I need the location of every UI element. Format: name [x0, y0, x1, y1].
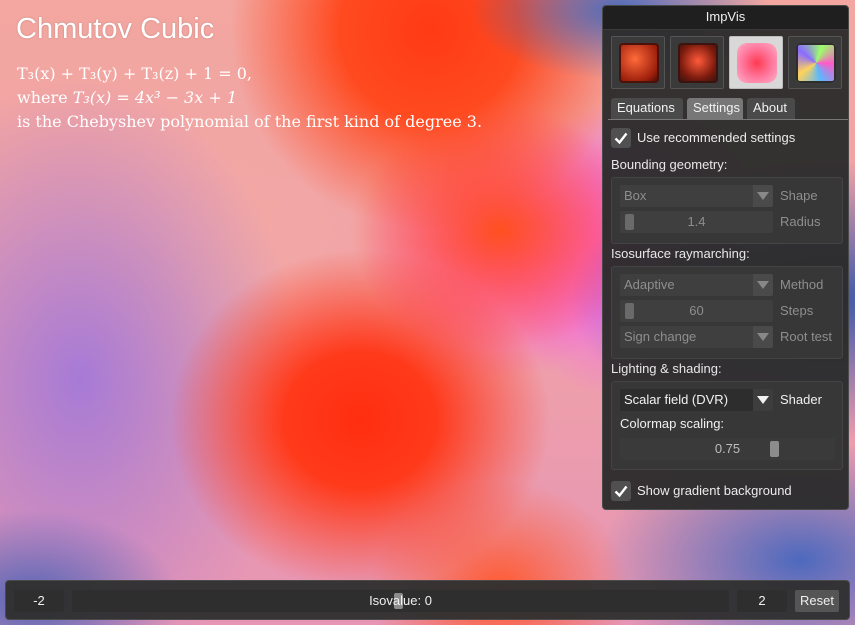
chebyshev-definition: T₃(x) = 4x³ − 3x + 1: [72, 88, 238, 107]
surface-formula: T₃(x) + T₃(y) + T₃(z) + 1 = 0, where T₃(…: [17, 62, 482, 134]
steps-value: 60: [689, 303, 704, 318]
isovalue-bar: -2 Isovalue: 0 2 Reset: [5, 580, 850, 620]
equation-line-2: where T₃(x) = 4x³ − 3x + 1: [17, 86, 482, 110]
radius-value: 1.4: [687, 214, 706, 229]
colormap-scaling-label: Colormap scaling:: [620, 416, 725, 431]
root-test-label: Root test: [780, 329, 833, 344]
isovalue-slider[interactable]: Isovalue: 0: [72, 590, 729, 612]
equation-where: where: [17, 88, 68, 107]
colormap-scaling-value: 0.75: [714, 441, 741, 456]
raymarching-heading: Isosurface raymarching:: [611, 246, 750, 261]
impvis-panel: ImpVis Equations Settings About Use reco…: [602, 5, 849, 510]
gradient-background-checkbox[interactable]: [611, 481, 631, 501]
checkmark-icon: [614, 132, 628, 145]
cube-image: [678, 43, 718, 83]
method-select[interactable]: Adaptive: [620, 274, 773, 296]
equation-line-1: T₃(x) + T₃(y) + T₃(z) + 1 = 0,: [17, 64, 252, 83]
isovalue-label: Isovalue: 0: [369, 593, 432, 608]
shader-label: Shader: [780, 392, 822, 407]
chevron-down-icon[interactable]: [753, 185, 773, 207]
cube-thumbnail-3-selected[interactable]: [729, 36, 783, 89]
steps-slider[interactable]: 60: [620, 300, 773, 322]
cube-image: [796, 43, 836, 83]
bounding-geometry-heading: Bounding geometry:: [611, 157, 728, 172]
equation-line-3: is the Chebyshev polynomial of the first…: [17, 112, 483, 131]
isovalue-max-field[interactable]: 2: [737, 590, 787, 612]
shader-value: Scalar field (DVR): [624, 392, 729, 407]
checkmark-icon: [614, 485, 628, 498]
lighting-heading: Lighting & shading:: [611, 361, 722, 376]
tab-about[interactable]: About: [747, 98, 795, 119]
tab-divider: [608, 119, 848, 120]
lighting-group: Scalar field (DVR) Shader Colormap scali…: [611, 381, 843, 470]
isovalue-min-field[interactable]: -2: [14, 590, 64, 612]
colormap-scaling-slider[interactable]: 0.75: [620, 438, 835, 460]
root-test-value: Sign change: [624, 329, 697, 344]
method-label: Method: [780, 277, 824, 292]
recommended-settings-label: Use recommended settings: [637, 130, 796, 145]
chevron-down-icon[interactable]: [753, 274, 773, 296]
method-value: Adaptive: [624, 277, 675, 292]
recommended-settings-checkbox[interactable]: [611, 128, 631, 148]
shape-select[interactable]: Box: [620, 185, 773, 207]
shape-value: Box: [624, 188, 647, 203]
surface-title: Chmutov Cubic: [16, 13, 215, 45]
panel-title[interactable]: ImpVis: [603, 6, 848, 30]
root-test-select[interactable]: Sign change: [620, 326, 773, 348]
radius-label: Radius: [780, 214, 821, 229]
raymarching-group: Adaptive Method 60 Steps Sign change Roo…: [611, 266, 843, 359]
chevron-down-icon[interactable]: [753, 389, 773, 411]
shape-label: Shape: [780, 188, 818, 203]
gradient-background-label: Show gradient background: [637, 483, 792, 498]
shader-select[interactable]: Scalar field (DVR): [620, 389, 773, 411]
cube-image: [737, 43, 777, 83]
reset-button[interactable]: Reset: [795, 590, 839, 612]
chevron-down-icon[interactable]: [753, 326, 773, 348]
radius-slider[interactable]: 1.4: [620, 211, 773, 233]
steps-label: Steps: [780, 303, 814, 318]
cube-thumbnail-2[interactable]: [670, 36, 724, 89]
bounding-geometry-group: Box Shape 1.4 Radius: [611, 177, 843, 244]
tab-equations[interactable]: Equations: [611, 98, 683, 119]
cube-thumbnail-1[interactable]: [611, 36, 665, 89]
cube-image: [619, 43, 659, 83]
cube-thumbnail-4[interactable]: [788, 36, 842, 89]
tab-settings[interactable]: Settings: [687, 98, 743, 119]
